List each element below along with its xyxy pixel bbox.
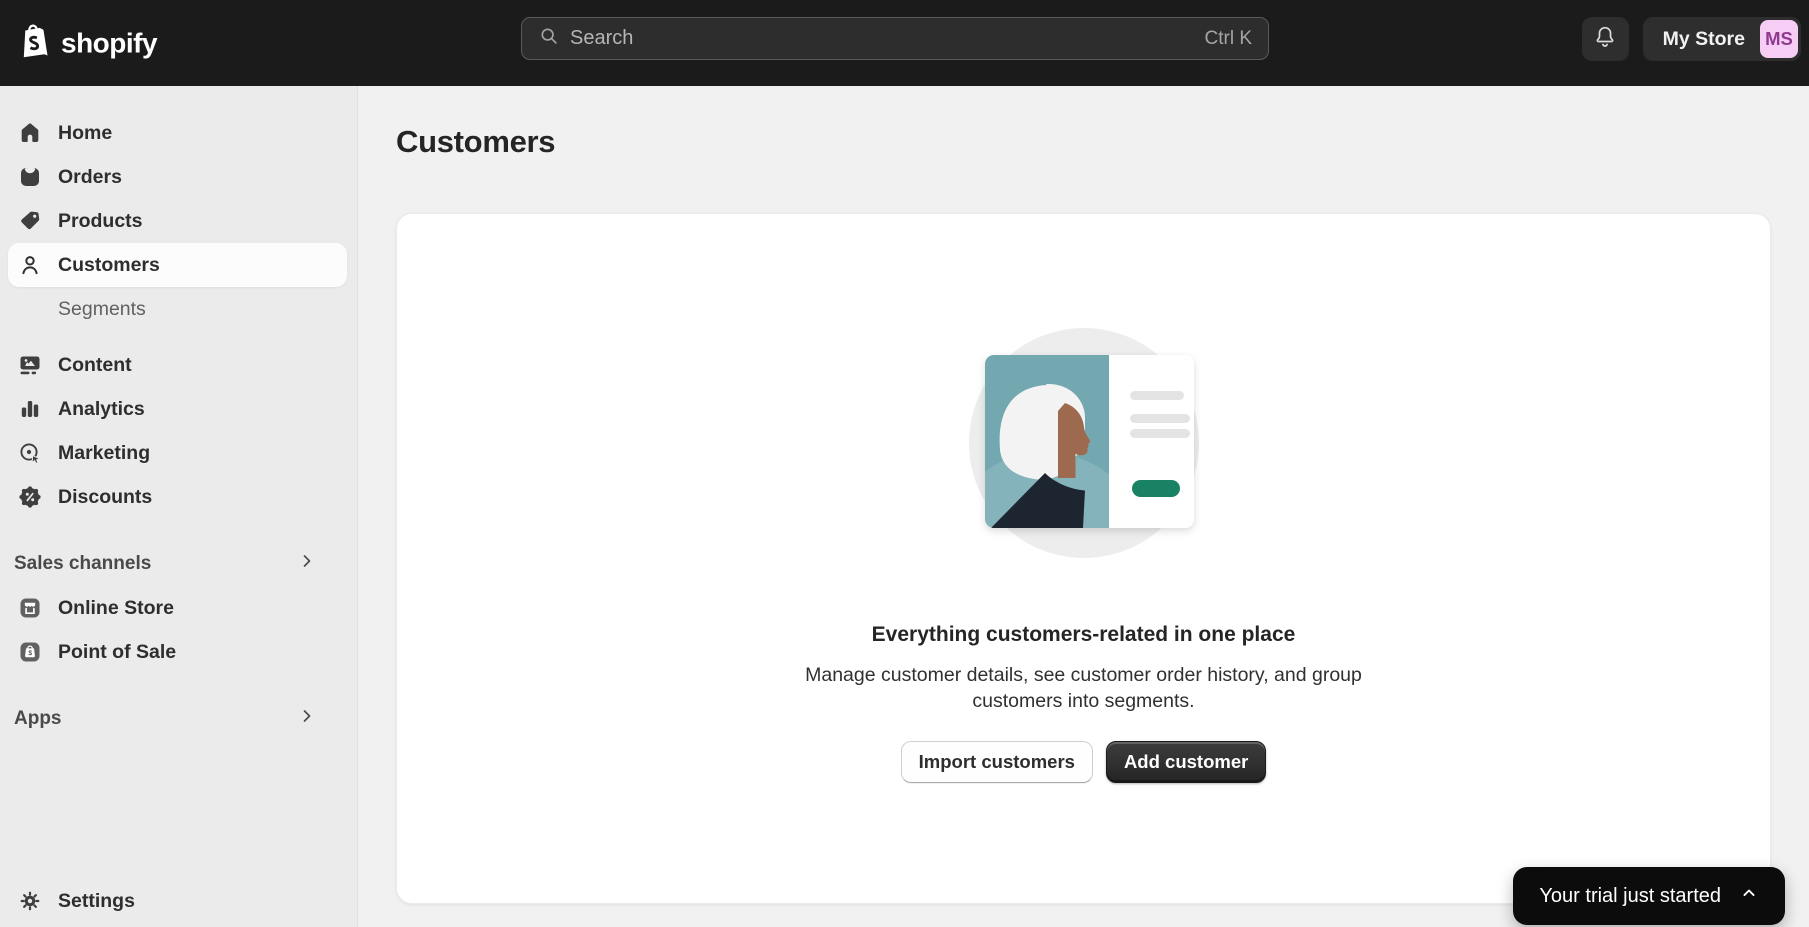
store-name: My Store: [1663, 28, 1745, 51]
chevron-up-icon: [1739, 883, 1759, 909]
section-header-label: Sales channels: [14, 553, 151, 575]
sidebar: Home Orders Products Customers Segments …: [0, 86, 358, 927]
sidebar-item-content[interactable]: Content: [8, 343, 347, 387]
trial-label: Your trial just started: [1539, 885, 1721, 908]
content-icon: [18, 353, 42, 377]
sidebar-item-orders[interactable]: Orders: [8, 155, 347, 199]
main-content: Customers: [358, 86, 1809, 927]
customers-icon: [18, 253, 42, 277]
trial-status-bar[interactable]: Your trial just started: [1513, 867, 1785, 925]
sidebar-item-label: Products: [58, 210, 143, 233]
sidebar-item-label: Customers: [58, 254, 160, 277]
empty-state-actions: Import customers Add customer: [901, 741, 1267, 783]
marketing-icon: [18, 441, 42, 465]
sidebar-item-label: Online Store: [58, 597, 174, 620]
topbar: shopify Search Ctrl K My Store MS: [0, 0, 1809, 86]
home-icon: [18, 121, 42, 145]
chevron-right-icon: [297, 551, 317, 577]
gear-icon: [18, 889, 42, 913]
section-header-label: Apps: [14, 708, 62, 730]
apps-header[interactable]: Apps: [8, 705, 347, 733]
search-input[interactable]: Search Ctrl K: [521, 17, 1269, 60]
topbar-actions: My Store MS: [1582, 17, 1801, 61]
sidebar-item-segments[interactable]: Segments: [8, 287, 347, 331]
analytics-icon: [18, 397, 42, 421]
sales-channels-header[interactable]: Sales channels: [8, 550, 347, 578]
sidebar-item-online-store[interactable]: Online Store: [8, 586, 347, 630]
page-title: Customers: [396, 124, 1771, 160]
import-customers-button[interactable]: Import customers: [901, 741, 1093, 783]
empty-state-description: Manage customer details, see customer or…: [779, 662, 1389, 714]
point-of-sale-icon: [18, 640, 42, 664]
shopify-wordmark: shopify: [61, 27, 157, 59]
bell-icon: [1592, 24, 1618, 55]
chevron-right-icon: [297, 706, 317, 732]
sidebar-item-label: Discounts: [58, 486, 152, 509]
sidebar-item-settings[interactable]: Settings: [8, 879, 347, 923]
search-icon: [538, 25, 560, 52]
sidebar-item-label: Marketing: [58, 442, 150, 465]
search-shortcut: Ctrl K: [1205, 28, 1253, 50]
sidebar-item-label: Home: [58, 122, 112, 145]
sidebar-item-point-of-sale[interactable]: Point of Sale: [8, 630, 347, 674]
shopify-logo[interactable]: shopify: [16, 21, 157, 66]
add-customer-button[interactable]: Add customer: [1106, 741, 1266, 783]
online-store-icon: [18, 596, 42, 620]
orders-icon: [18, 165, 42, 189]
store-menu-button[interactable]: My Store MS: [1643, 17, 1801, 61]
sidebar-item-home[interactable]: Home: [8, 111, 347, 155]
sidebar-item-label: Settings: [58, 890, 135, 913]
shopify-bag-icon: [16, 21, 52, 66]
sidebar-item-customers[interactable]: Customers: [8, 243, 347, 287]
empty-state-heading: Everything customers-related in one plac…: [872, 623, 1296, 647]
sidebar-section-gap: [8, 519, 347, 550]
sidebar-section-gap: [8, 674, 347, 705]
sidebar-item-label: Orders: [58, 166, 122, 189]
discounts-icon: [18, 485, 42, 509]
sidebar-item-label: Analytics: [58, 398, 145, 421]
store-avatar: MS: [1760, 20, 1798, 58]
search-placeholder: Search: [570, 27, 633, 50]
customer-illustration: [967, 326, 1201, 565]
sidebar-divider-gap: [8, 331, 347, 343]
sidebar-item-label: Content: [58, 354, 132, 377]
sidebar-item-label: Point of Sale: [58, 641, 176, 664]
sidebar-item-analytics[interactable]: Analytics: [8, 387, 347, 431]
sidebar-item-discounts[interactable]: Discounts: [8, 475, 347, 519]
sidebar-bottom: Settings: [8, 879, 347, 923]
notifications-button[interactable]: [1582, 17, 1629, 61]
products-icon: [18, 209, 42, 233]
sidebar-item-label: Segments: [58, 298, 146, 321]
sidebar-item-products[interactable]: Products: [8, 199, 347, 243]
sidebar-item-marketing[interactable]: Marketing: [8, 431, 347, 475]
customers-empty-state-card: Everything customers-related in one plac…: [396, 213, 1771, 904]
